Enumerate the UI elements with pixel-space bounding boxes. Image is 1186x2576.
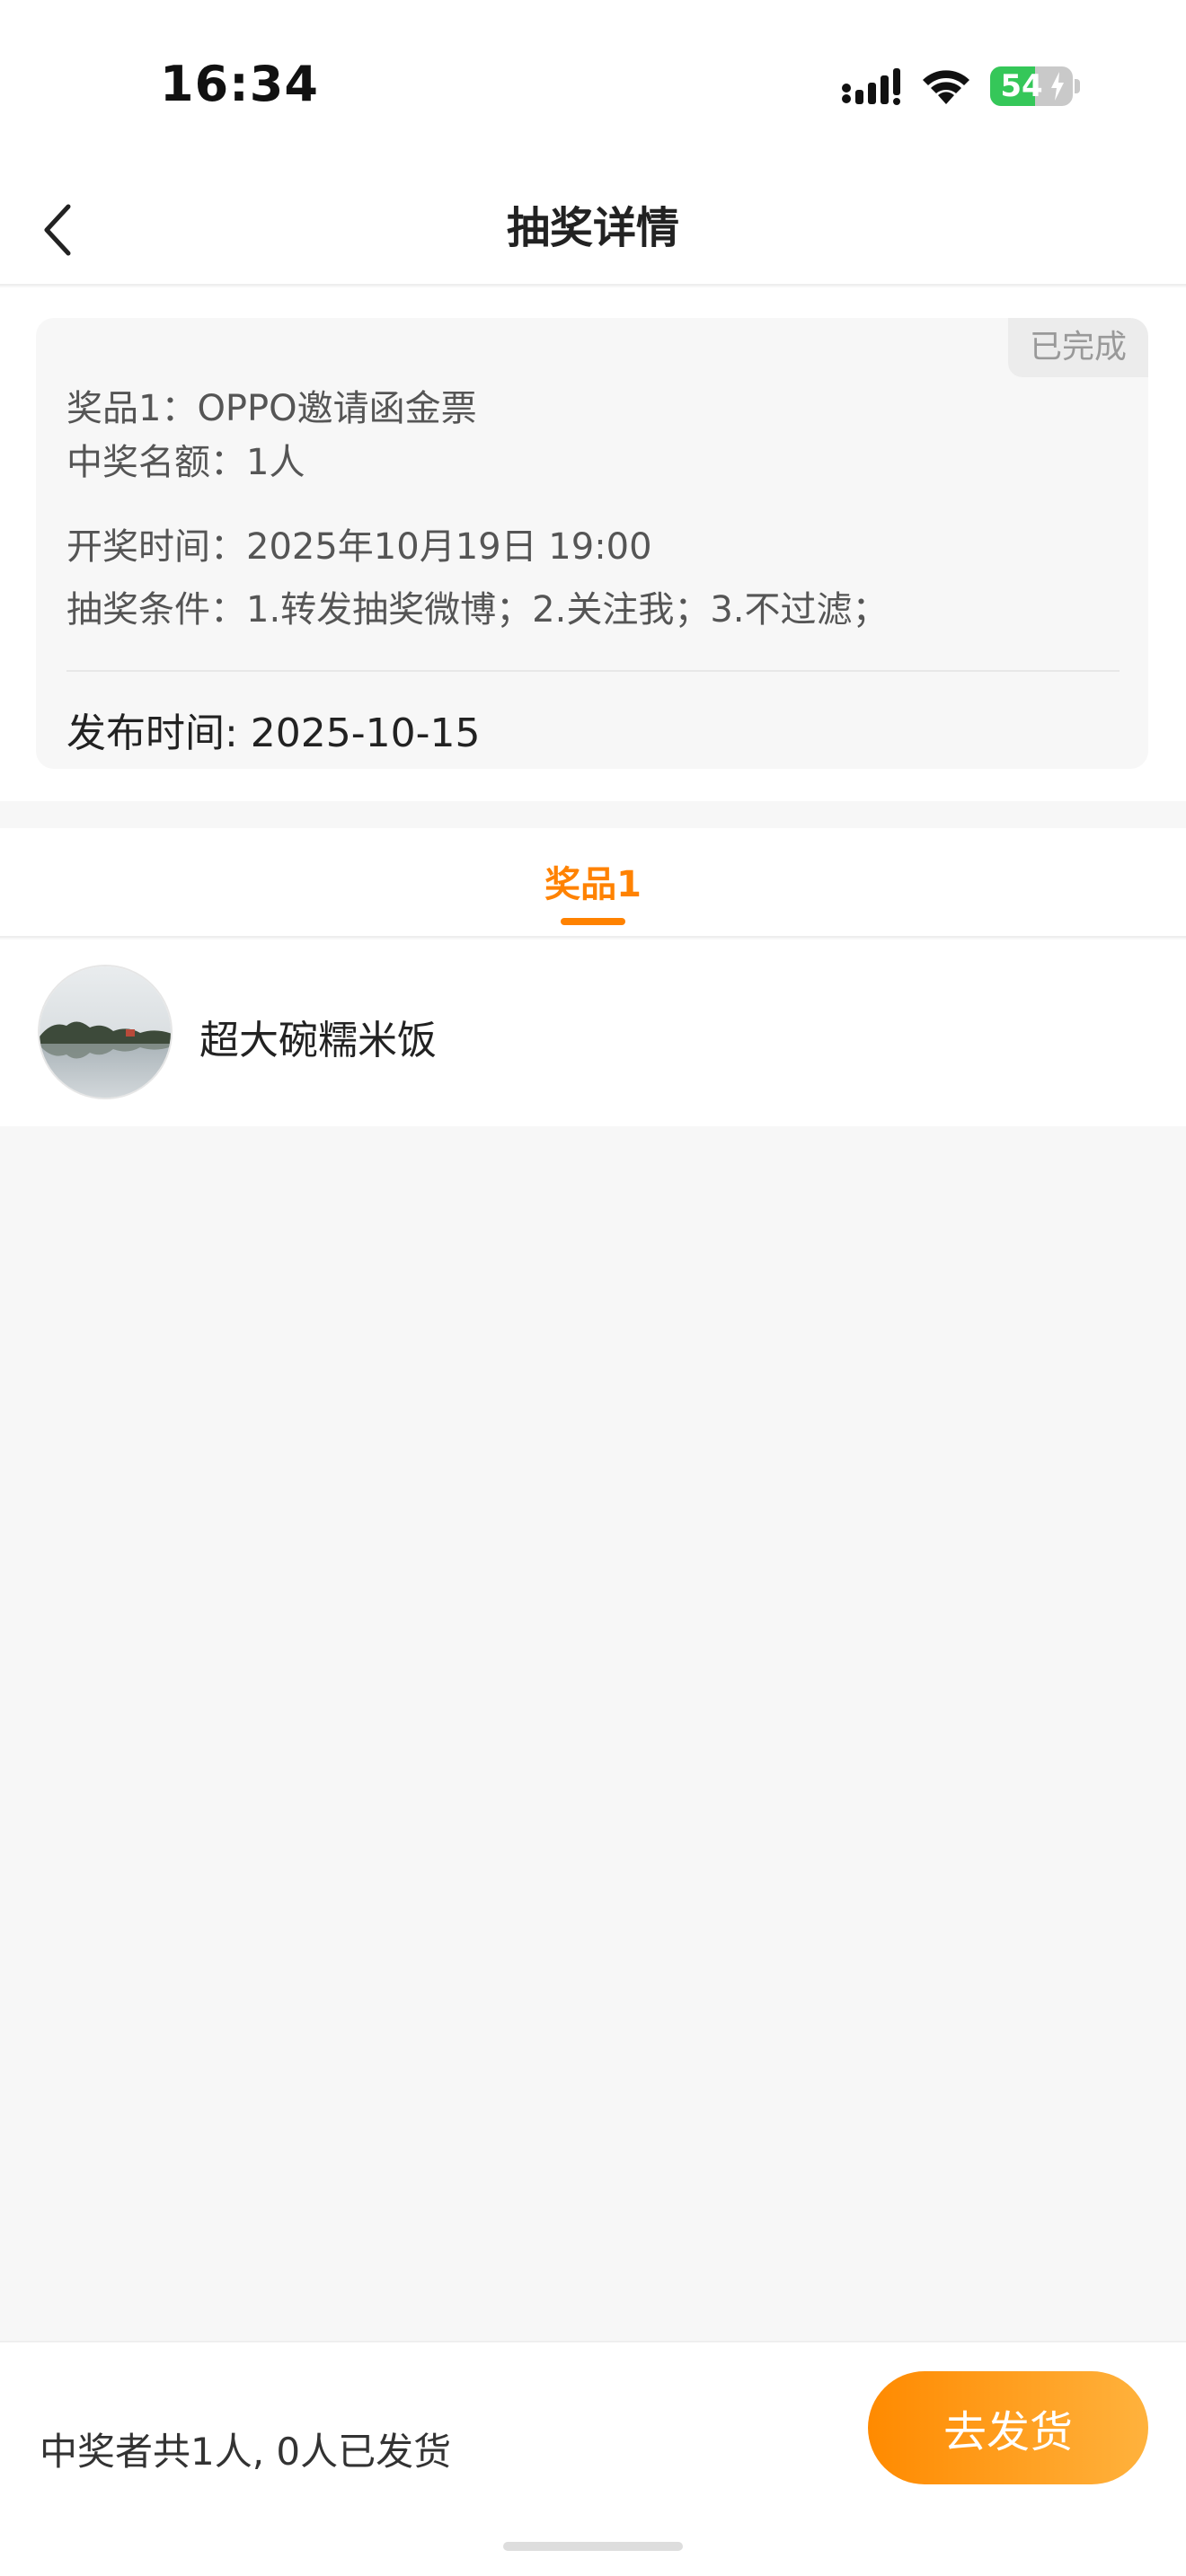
prize-line: 奖品1：OPPO邀请函金票 [66,388,477,429]
bottom-bar: 中奖者共1人, 0人已发货 去发货 [0,2341,1186,2576]
lottery-info-card: 已完成 奖品1：OPPO邀请函金票 中奖名额：1人 开奖时间：2025年10月1… [36,318,1148,769]
quota-line: 中奖名额：1人 [66,442,305,483]
nav-bar: 抽奖详情 [0,171,1186,286]
divider [66,670,1120,672]
status-bar: 16:34 54 [0,0,1186,171]
landscape-avatar [40,966,171,1098]
wifi-icon [923,70,969,104]
back-button[interactable] [23,196,92,264]
draw-time-line: 开奖时间：2025年10月19日 19:00 [66,526,652,568]
home-indicator [503,2542,683,2551]
conditions-line: 抽奖条件：1.转发抽奖微博；2.关注我；3.不过滤； [66,589,889,631]
signal-icon [842,68,900,105]
publish-time-line: 发布时间: 2025-10-15 [66,710,481,756]
winner-name: 超大碗糯米饭 [199,1018,437,1063]
status-badge: 已完成 [1008,318,1148,377]
battery-cap [1075,79,1080,93]
chevron-left-icon [44,204,71,256]
page-title: 抽奖详情 [506,203,679,253]
bolt-icon [1051,72,1064,101]
battery-level: 54 [1000,68,1043,104]
tab-label: 奖品1 [544,864,642,905]
winner-summary: 中奖者共1人, 0人已发货 [40,2430,452,2474]
battery-icon: 54 [990,66,1073,106]
avatar [38,965,173,1099]
lottery-detail-page: 16:34 54 抽奖详情 已完成 奖品1：OPPO邀请函金票 中奖名额：1人 … [0,0,1186,2576]
tab-prize-1[interactable]: 奖品1 [503,828,683,938]
status-time: 16:34 [160,56,319,112]
prize-tabs: 奖品1 [0,828,1186,938]
list-item[interactable]: 超大碗糯米饭 [0,940,1186,1126]
lottery-info-section: 已完成 奖品1：OPPO邀请函金票 中奖名额：1人 开奖时间：2025年10月1… [0,287,1186,801]
tab-active-indicator [561,918,625,925]
winner-list: 超大碗糯米饭 [0,940,1186,1126]
ship-button[interactable]: 去发货 [868,2371,1148,2484]
